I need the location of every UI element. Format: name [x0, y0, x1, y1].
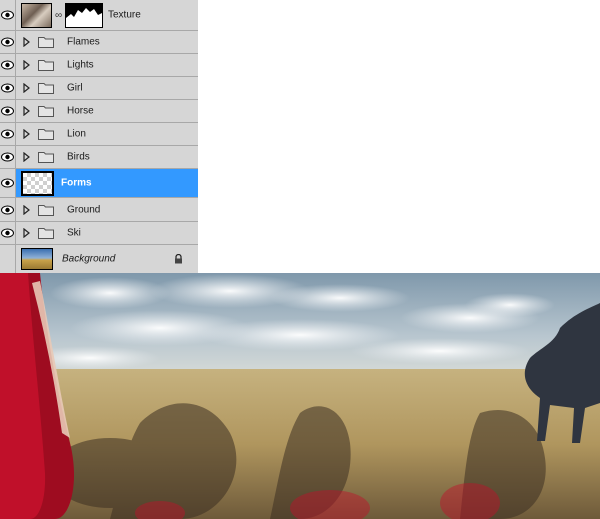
lock-icon	[175, 254, 182, 264]
layer-row-horse[interactable]: Horse	[0, 100, 198, 123]
triangle-right-icon[interactable]	[23, 204, 30, 215]
layer-name: Ground	[67, 204, 101, 215]
layer-name: Horse	[67, 105, 94, 117]
layer-name: Girl	[67, 82, 83, 94]
visibility-toggle[interactable]	[0, 100, 16, 122]
eye-icon	[1, 205, 14, 214]
layer-row-texture[interactable]: ∞ Texture	[0, 0, 198, 31]
layer-row-birds[interactable]: Birds	[0, 146, 198, 169]
folder-icon	[38, 83, 54, 94]
visibility-toggle[interactable]	[0, 0, 16, 30]
eye-icon	[1, 178, 14, 188]
layer-name: Flames	[67, 36, 100, 48]
layer-name: Birds	[67, 151, 90, 163]
triangle-right-icon[interactable]	[23, 60, 30, 70]
triangle-right-icon[interactable]	[23, 106, 30, 116]
layer-name: Forms	[61, 177, 92, 189]
folder-icon	[38, 37, 54, 48]
layer-row-flames[interactable]: Flames	[0, 31, 198, 54]
visibility-toggle[interactable]	[0, 198, 16, 221]
layers-panel: ∞ Texture Flames Lights Girl Horse Lion …	[0, 0, 198, 273]
eye-icon	[1, 106, 14, 116]
eye-icon	[1, 10, 14, 20]
folder-icon	[38, 228, 54, 239]
layer-name: Lights	[67, 59, 94, 71]
folder-icon	[38, 60, 54, 71]
layer-thumbnail[interactable]	[21, 3, 52, 28]
triangle-right-icon[interactable]	[23, 152, 30, 162]
folder-icon	[38, 106, 54, 117]
triangle-right-icon[interactable]	[23, 37, 30, 47]
chain-link-icon: ∞	[55, 10, 63, 21]
layer-row-girl[interactable]: Girl	[0, 77, 198, 100]
triangle-right-icon[interactable]	[23, 228, 30, 238]
layer-name: Background	[62, 253, 116, 265]
layer-row-ground[interactable]: Ground	[0, 198, 198, 222]
triangle-right-icon[interactable]	[23, 83, 30, 93]
eye-icon	[1, 228, 14, 238]
layer-row-forms[interactable]: Forms	[0, 169, 198, 198]
visibility-toggle[interactable]	[0, 169, 16, 197]
eye-icon	[1, 152, 14, 162]
visibility-toggle[interactable]	[0, 245, 16, 273]
layer-row-lights[interactable]: Lights	[0, 54, 198, 77]
visibility-toggle[interactable]	[0, 54, 16, 76]
folder-icon	[38, 129, 54, 140]
visibility-toggle[interactable]	[0, 222, 16, 244]
document-canvas[interactable]	[0, 273, 600, 519]
layer-thumbnail[interactable]	[21, 248, 53, 270]
layer-row-ski[interactable]: Ski	[0, 222, 198, 245]
eye-icon	[1, 37, 14, 47]
visibility-toggle[interactable]	[0, 123, 16, 145]
layer-name: Ski	[67, 227, 81, 239]
layer-row-lion[interactable]: Lion	[0, 123, 198, 146]
layer-name: Lion	[67, 128, 86, 140]
folder-icon	[38, 152, 54, 163]
layer-row-background[interactable]: Background	[0, 245, 198, 273]
visibility-toggle[interactable]	[0, 77, 16, 99]
eye-icon	[1, 129, 14, 139]
visibility-toggle[interactable]	[0, 31, 16, 53]
layer-mask-thumbnail[interactable]	[65, 3, 103, 28]
layer-thumbnail[interactable]	[21, 171, 54, 196]
folder-icon	[38, 204, 54, 216]
layer-name: Texture	[108, 9, 141, 21]
eye-icon	[1, 83, 14, 93]
visibility-toggle[interactable]	[0, 146, 16, 168]
triangle-right-icon[interactable]	[23, 129, 30, 139]
eye-icon	[1, 60, 14, 70]
canvas-image	[0, 273, 600, 519]
